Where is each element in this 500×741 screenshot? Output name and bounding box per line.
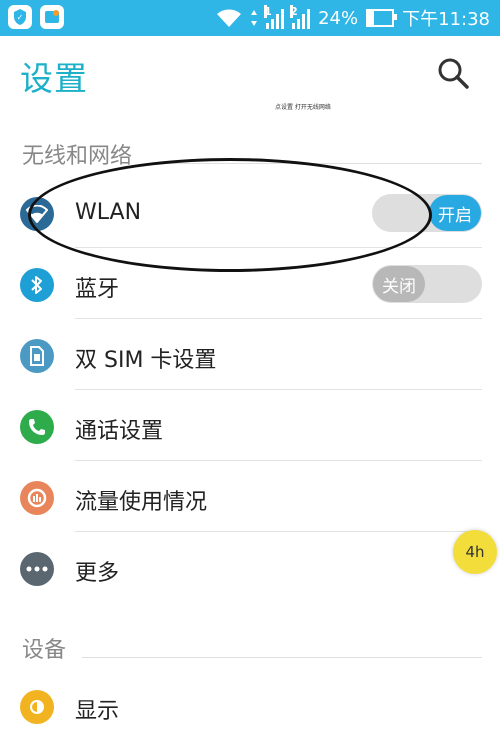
settings-item-label: 显示 <box>75 699 120 724</box>
row-divider <box>75 389 482 390</box>
page-title: 设置 <box>20 59 88 98</box>
sim-card-icon <box>20 339 54 373</box>
row-divider <box>75 318 482 319</box>
security-shield-icon: ✓ <box>8 5 32 29</box>
bluetooth-toggle[interactable]: 关闭 <box>372 265 482 303</box>
search-icon <box>438 58 469 89</box>
row-divider <box>75 531 482 532</box>
battery-icon <box>366 9 398 27</box>
display-icon <box>20 690 54 724</box>
phone-icon <box>20 410 54 444</box>
app-notification-icon <box>40 5 64 29</box>
bluetooth-toggle-state: 关闭 <box>373 266 425 302</box>
sim1-slot-label: 1 <box>264 5 272 18</box>
settings-item-label: 双 SIM 卡设置 <box>75 348 217 373</box>
annotation-ellipse <box>28 158 432 272</box>
section-header-device: 设备 <box>22 632 482 664</box>
wifi-signal-icon <box>217 9 242 27</box>
settings-item-label: 流量使用情况 <box>75 490 208 515</box>
settings-item-label: 通话设置 <box>75 419 164 444</box>
data-usage-icon <box>20 481 54 515</box>
section-divider <box>82 657 482 658</box>
settings-item-dual-sim[interactable]: 双 SIM 卡设置 <box>0 320 500 390</box>
battery-percent: 24% <box>318 7 359 29</box>
sim2-signal-icon: 2 <box>290 5 311 29</box>
settings-item-label: 更多 <box>75 561 120 586</box>
sim2-slot-label: 2 <box>290 5 298 18</box>
annotation-hint-text: 点设置 打开无线网络 <box>275 104 331 111</box>
svg-text:✓: ✓ <box>17 13 24 22</box>
battery-fill <box>368 11 374 25</box>
row-divider <box>75 460 482 461</box>
section-title-device: 设备 <box>22 638 67 663</box>
clock: 下午11:38 <box>402 9 490 30</box>
settings-item-label: 蓝牙 <box>75 277 120 302</box>
section-title-wireless: 无线和网络 <box>22 144 133 169</box>
search-button[interactable] <box>436 56 470 90</box>
settings-item-call[interactable]: 通话设置 <box>0 391 500 461</box>
wlan-toggle-state: 开启 <box>429 195 481 231</box>
status-bar: ✓ 1 2 24% 下午11:38 <box>0 0 500 36</box>
bluetooth-icon <box>20 268 54 302</box>
more-icon <box>20 552 54 586</box>
sim1-signal-icon: 1 <box>264 5 285 29</box>
settings-item-more[interactable]: 更多 <box>0 533 500 603</box>
floating-badge[interactable]: 4h <box>453 530 497 574</box>
data-transfer-icon <box>251 10 258 26</box>
settings-item-data-usage[interactable]: 流量使用情况 <box>0 462 500 532</box>
